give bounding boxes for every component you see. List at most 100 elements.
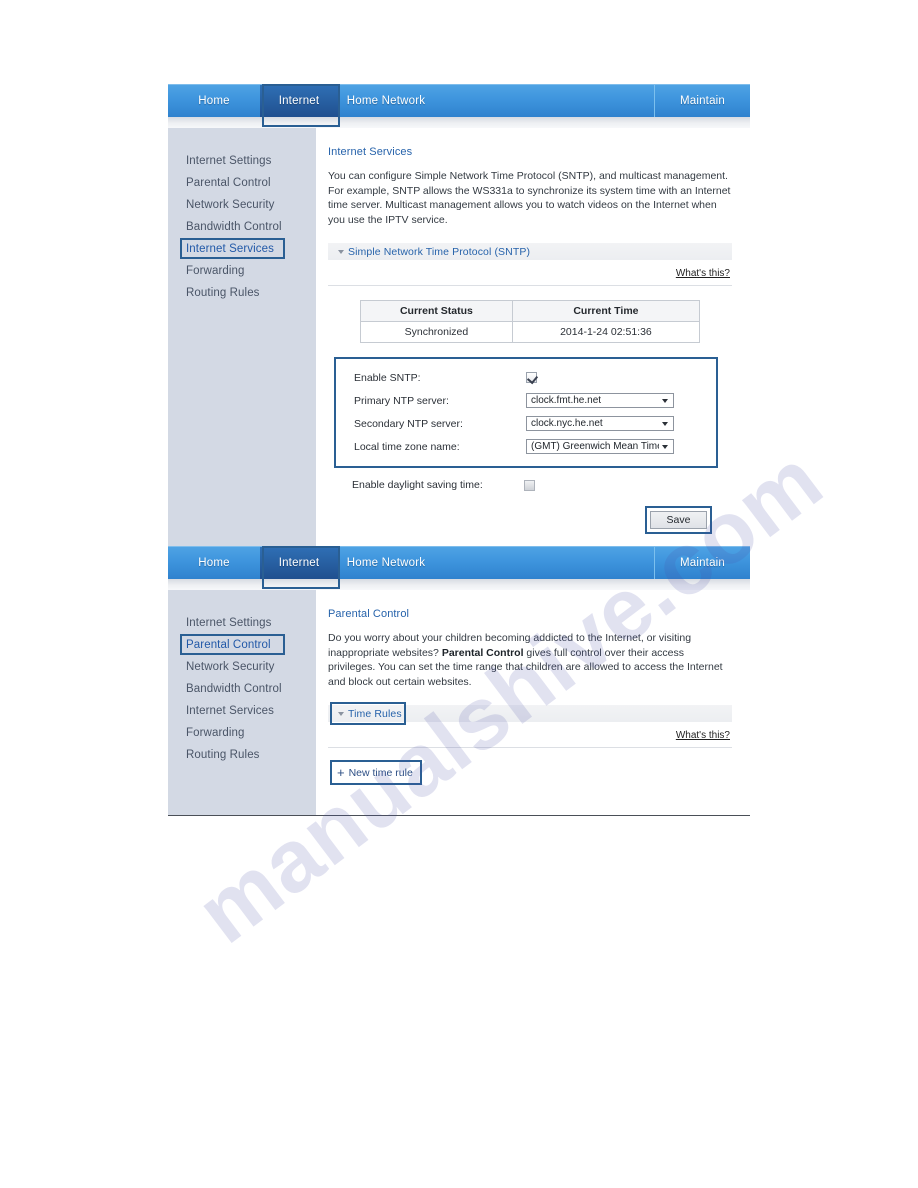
- nav-tab-maintain[interactable]: Maintain: [654, 85, 750, 117]
- select-secondary-ntp-server[interactable]: clock.nyc.he.net: [526, 416, 674, 431]
- whats-this-row: What's this?: [328, 722, 732, 748]
- sidebar-item-label: Bandwidth Control: [186, 683, 282, 695]
- cell-current-status: Synchronized: [360, 321, 513, 343]
- column-header-current-status: Current Status: [360, 300, 513, 322]
- whats-this-link[interactable]: What's this?: [676, 730, 730, 741]
- sidebar-item-label: Parental Control: [186, 177, 271, 189]
- whats-this-link[interactable]: What's this?: [676, 268, 730, 279]
- sidebar-item-label: Routing Rules: [186, 287, 260, 299]
- page-description: You can configure Simple Network Time Pr…: [328, 170, 731, 226]
- router-ui-screenshot-internet-services: Home Internet Home Network Maintain Inte…: [168, 84, 750, 559]
- sntp-section-label: Simple Network Time Protocol (SNTP): [328, 246, 530, 258]
- sidebar-menu: Internet Settings Parental Control Netwo…: [168, 128, 316, 558]
- column-header-current-time: Current Time: [511, 300, 701, 322]
- desc-bold-term: Parental Control: [441, 646, 524, 659]
- row-daylight-saving: Enable daylight saving time:: [352, 474, 732, 496]
- row-timezone: Local time zone name: (GMT) Greenwich Me…: [354, 435, 706, 458]
- page-description: Do you worry about your children becomin…: [328, 631, 732, 689]
- chevron-down-icon: [662, 398, 668, 403]
- sidebar-item-label: Network Security: [186, 661, 275, 673]
- router-ui-screenshot-parental-control: Home Internet Home Network Maintain Inte…: [168, 546, 750, 816]
- table-row: Synchronized 2014-1-24 02:51:36: [360, 321, 701, 343]
- content-area: Internet Services You can configure Simp…: [316, 128, 750, 558]
- sidebar-item-bandwidth-control[interactable]: Bandwidth Control: [168, 678, 316, 700]
- nav-tab-home-network[interactable]: Home Network: [338, 85, 434, 117]
- nav-tab-maintain[interactable]: Maintain: [654, 547, 750, 579]
- select-value: clock.nyc.he.net: [531, 418, 603, 429]
- select-local-time-zone[interactable]: (GMT) Greenwich Mean Time: Dut: [526, 439, 674, 454]
- status-table: Current Status Current Time Synchronized…: [360, 300, 701, 343]
- sidebar-item-internet-services[interactable]: Internet Services: [168, 700, 316, 722]
- sidebar-item-bandwidth-control[interactable]: Bandwidth Control: [168, 216, 316, 238]
- label-primary-ntp-server: Primary NTP server:: [354, 394, 449, 407]
- nav-shadow: [168, 117, 750, 128]
- sidebar-item-label: Routing Rules: [186, 749, 260, 761]
- label-enable-daylight-saving: Enable daylight saving time:: [352, 479, 483, 491]
- nav-tab-home-network[interactable]: Home Network: [338, 547, 434, 579]
- sidebar-item-routing-rules[interactable]: Routing Rules: [168, 744, 316, 766]
- checkbox-enable-sntp[interactable]: [526, 372, 537, 383]
- save-highlight-box: Save: [645, 506, 712, 534]
- chevron-down-icon: [662, 444, 668, 449]
- sidebar-item-label: Bandwidth Control: [186, 221, 282, 233]
- sidebar-item-label: Forwarding: [186, 727, 245, 739]
- sidebar-item-network-security[interactable]: Network Security: [168, 656, 316, 678]
- sidebar-item-label: Internet Settings: [186, 155, 272, 167]
- select-value: (GMT) Greenwich Mean Time: Dut: [531, 441, 659, 452]
- top-navigation-bar: Home Internet Home Network Maintain: [168, 84, 750, 117]
- select-primary-ntp-server[interactable]: clock.fmt.he.net: [526, 393, 674, 408]
- nav-tab-home[interactable]: Home: [168, 547, 260, 579]
- sidebar-item-label: Network Security: [186, 199, 275, 211]
- row-enable-sntp: Enable SNTP:: [354, 366, 706, 389]
- sidebar-item-forwarding[interactable]: Forwarding: [168, 722, 316, 744]
- sntp-section-header[interactable]: Simple Network Time Protocol (SNTP): [328, 243, 732, 260]
- label-secondary-ntp-server: Secondary NTP server:: [354, 417, 463, 430]
- time-rules-section-label: Time Rules: [328, 708, 402, 720]
- sidebar-item-routing-rules[interactable]: Routing Rules: [168, 282, 316, 304]
- nav-tab-internet[interactable]: Internet: [260, 85, 338, 117]
- cell-current-time: 2014-1-24 02:51:36: [511, 321, 701, 343]
- nav-shadow: [168, 579, 750, 590]
- label-enable-sntp: Enable SNTP:: [354, 371, 421, 384]
- panel-body: Internet Settings Parental Control Netwo…: [168, 590, 750, 816]
- highlight-box: [180, 238, 285, 259]
- row-secondary-ntp: Secondary NTP server: clock.nyc.he.net: [354, 412, 706, 435]
- highlight-box: [180, 634, 285, 655]
- sidebar-item-label: Internet Settings: [186, 617, 272, 629]
- sidebar-item-internet-services[interactable]: Internet Services: [168, 238, 316, 260]
- sidebar-item-parental-control[interactable]: Parental Control: [168, 172, 316, 194]
- time-rules-section-header[interactable]: Time Rules: [328, 702, 732, 725]
- select-value: clock.fmt.he.net: [531, 395, 602, 406]
- content-area: Parental Control Do you worry about your…: [316, 590, 750, 815]
- save-button[interactable]: Save: [650, 511, 707, 529]
- whats-this-row: What's this?: [328, 260, 732, 286]
- checkbox-enable-daylight-saving[interactable]: [524, 479, 535, 491]
- save-row: Save: [328, 496, 718, 542]
- page-title: Internet Services: [328, 146, 413, 158]
- sidebar-item-internet-settings[interactable]: Internet Settings: [168, 612, 316, 634]
- label-local-time-zone: Local time zone name:: [354, 440, 460, 453]
- top-navigation-bar: Home Internet Home Network Maintain: [168, 546, 750, 579]
- page-title: Parental Control: [328, 608, 410, 620]
- nav-tab-home[interactable]: Home: [168, 85, 260, 117]
- sidebar-item-label: Forwarding: [186, 265, 245, 277]
- sidebar-item-network-security[interactable]: Network Security: [168, 194, 316, 216]
- sidebar-item-label: Internet Services: [186, 705, 274, 717]
- new-time-rule-row: + New time rule: [328, 748, 732, 799]
- sidebar-menu: Internet Settings Parental Control Netwo…: [168, 590, 316, 815]
- nav-filler: [434, 547, 654, 579]
- table-header-row: Current Status Current Time: [360, 300, 701, 322]
- chevron-down-icon: [338, 711, 344, 716]
- nav-tab-internet[interactable]: Internet: [260, 547, 338, 579]
- sidebar-item-parental-control[interactable]: Parental Control: [168, 634, 316, 656]
- sidebar-item-internet-settings[interactable]: Internet Settings: [168, 150, 316, 172]
- row-primary-ntp: Primary NTP server: clock.fmt.he.net: [354, 389, 706, 412]
- panel-body: Internet Settings Parental Control Netwo…: [168, 128, 750, 559]
- new-time-rule-label: New time rule: [348, 766, 413, 779]
- chevron-down-icon: [662, 421, 668, 426]
- chevron-down-icon: [338, 249, 344, 254]
- new-time-rule-button[interactable]: + New time rule: [337, 766, 413, 779]
- sntp-settings-box: Enable SNTP: Primary NTP server: clock.f…: [334, 357, 718, 468]
- plus-icon: +: [337, 765, 345, 780]
- sidebar-item-forwarding[interactable]: Forwarding: [168, 260, 316, 282]
